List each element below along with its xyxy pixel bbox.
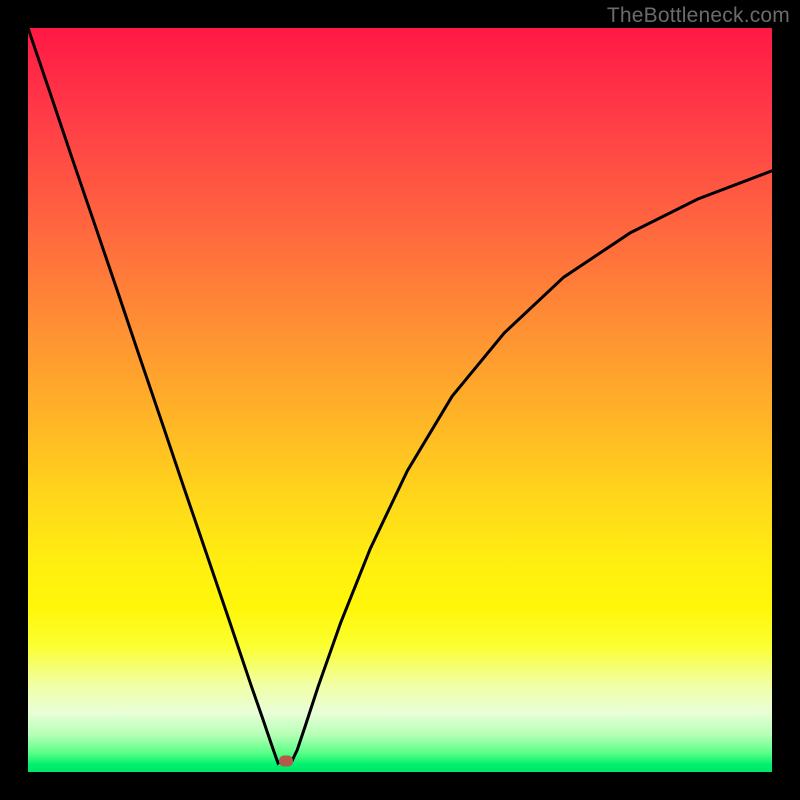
curve-right-branch xyxy=(292,171,772,761)
optimum-marker xyxy=(279,755,293,766)
watermark-text: TheBottleneck.com xyxy=(607,4,790,28)
bottleneck-curve xyxy=(28,28,772,772)
curve-left-branch xyxy=(28,28,292,763)
chart-frame: TheBottleneck.com xyxy=(0,0,800,800)
plot-area xyxy=(28,28,772,772)
